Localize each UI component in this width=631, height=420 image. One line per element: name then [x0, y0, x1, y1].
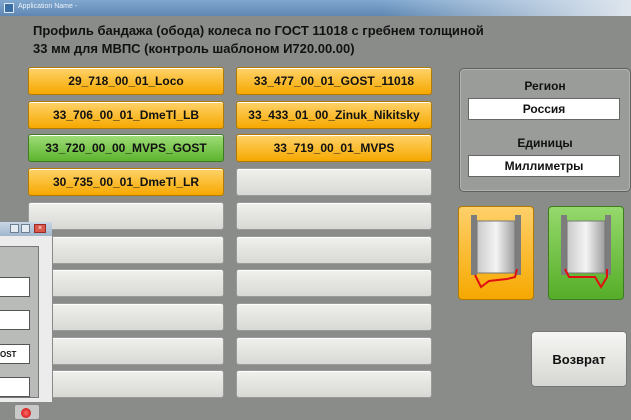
- stop-icon: [21, 408, 31, 418]
- secondary-window: × OST: [0, 222, 53, 420]
- titlebar-fade: [381, 0, 631, 16]
- profile-button[interactable]: 30_735_00_01_DmeTl_LR: [28, 168, 224, 196]
- profile-slot-empty[interactable]: [236, 236, 432, 264]
- profile-button[interactable]: 33_477_00_01_GOST_11018: [236, 67, 432, 95]
- secondary-window-titlebar[interactable]: ×: [0, 222, 52, 237]
- profile-slot-empty[interactable]: [236, 269, 432, 297]
- window-titlebar[interactable]: Application Name -: [0, 0, 631, 16]
- profile-button[interactable]: 33_433_01_00_Zinuk_Nikitsky: [236, 101, 432, 129]
- page-title: Профиль бандажа (обода) колеса по ГОСТ 1…: [33, 22, 593, 58]
- app-icon: [4, 3, 14, 13]
- secondary-field-1[interactable]: [0, 277, 30, 297]
- profile-slot-empty[interactable]: [28, 269, 224, 297]
- settings-panel: Регион Россия Единицы Миллиметры: [459, 68, 631, 192]
- profile-slot-empty[interactable]: [236, 168, 432, 196]
- secondary-field-3[interactable]: OST: [0, 344, 30, 364]
- stop-button[interactable]: [14, 404, 40, 420]
- return-button[interactable]: Возврат: [531, 331, 627, 387]
- units-label: Единицы: [517, 136, 573, 150]
- profile-button[interactable]: 33_706_00_01_DmeTl_LB: [28, 101, 224, 129]
- profile-button[interactable]: 33_719_00_01_MVPS: [236, 134, 432, 162]
- page-title-line1: Профиль бандажа (обода) колеса по ГОСТ 1…: [33, 23, 484, 38]
- profile-slot-empty[interactable]: [28, 370, 224, 398]
- close-icon[interactable]: ×: [34, 224, 46, 233]
- page-title-line2: 33 мм для МВПС (контроль шаблоном И720.0…: [33, 41, 355, 56]
- wheel-profile-icon: [561, 215, 611, 289]
- profile-button[interactable]: 29_718_00_01_Loco: [28, 67, 224, 95]
- profile-slot-empty[interactable]: [236, 303, 432, 331]
- units-field[interactable]: Миллиметры: [468, 155, 620, 177]
- window-title: Application Name -: [18, 3, 78, 10]
- secondary-field-4[interactable]: [0, 377, 30, 397]
- wheel-profile-button-green[interactable]: [548, 206, 624, 300]
- profile-slot-empty[interactable]: [236, 337, 432, 365]
- profile-slot-empty[interactable]: [28, 236, 224, 264]
- wheel-profile-button-orange[interactable]: [458, 206, 534, 300]
- profile-button[interactable]: 33_720_00_00_MVPS_GOST: [28, 134, 224, 162]
- region-field[interactable]: Россия: [468, 98, 620, 120]
- secondary-field-2[interactable]: [0, 310, 30, 330]
- minimize-icon[interactable]: [10, 224, 19, 233]
- profile-slot-empty[interactable]: [28, 202, 224, 230]
- secondary-window-panel: OST: [0, 246, 39, 398]
- profile-slot-empty[interactable]: [28, 303, 224, 331]
- maximize-icon[interactable]: [21, 224, 30, 233]
- profile-slot-empty[interactable]: [236, 202, 432, 230]
- wheel-profile-icon: [471, 215, 521, 289]
- region-label: Регион: [524, 79, 566, 93]
- profile-slot-empty[interactable]: [236, 370, 432, 398]
- profile-slot-empty[interactable]: [28, 337, 224, 365]
- secondary-window-body: OST: [0, 236, 53, 420]
